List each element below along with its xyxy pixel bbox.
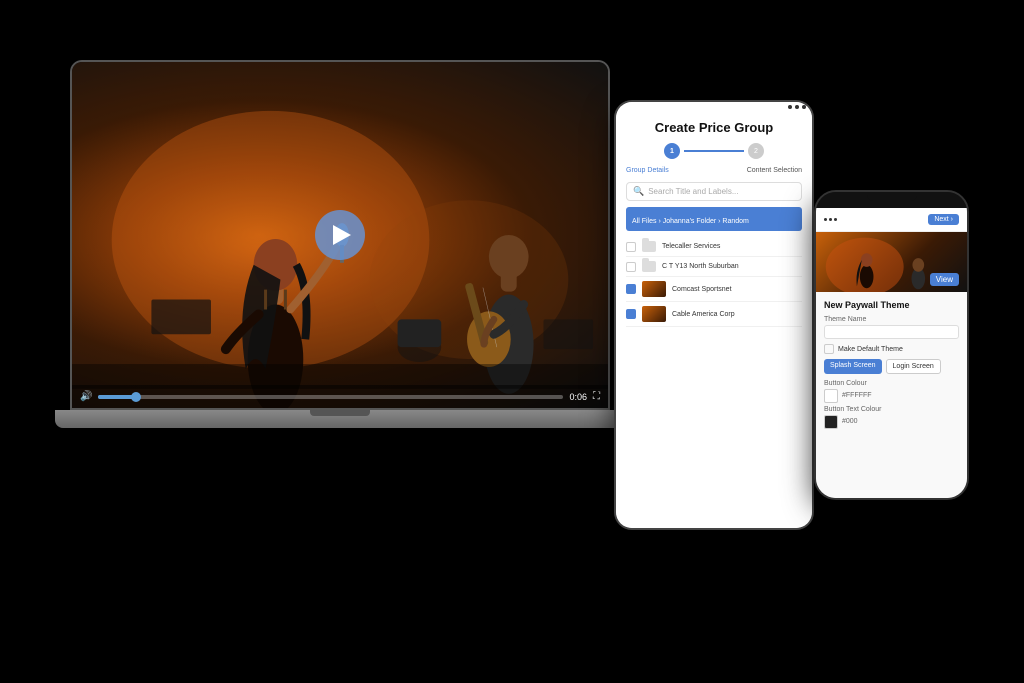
laptop-screen: 🔊 0:06 ⛶ bbox=[70, 60, 610, 410]
tablet-page-title: Create Price Group bbox=[626, 120, 802, 135]
button-color-swatch[interactable] bbox=[824, 389, 838, 403]
default-theme-checkbox[interactable] bbox=[824, 344, 834, 354]
button-text-color-value: #000 bbox=[842, 418, 858, 425]
step-2-label: Content Selection bbox=[747, 167, 802, 174]
login-screen-button[interactable]: Login Screen bbox=[886, 359, 941, 374]
phone-next-button[interactable]: Next › bbox=[928, 214, 959, 225]
status-dot-3 bbox=[802, 105, 806, 109]
step-1-label: Group Details bbox=[626, 167, 669, 174]
step-labels: Group Details Content Selection bbox=[626, 167, 802, 174]
row-text-4: Cable America Corp bbox=[672, 311, 735, 318]
step-2-circle: 2 bbox=[748, 143, 764, 159]
laptop-notch bbox=[310, 410, 370, 416]
play-button[interactable] bbox=[315, 210, 365, 260]
row-checkbox-2[interactable] bbox=[626, 262, 636, 272]
step-indicator: 1 2 bbox=[626, 143, 802, 159]
row-checkbox-4[interactable] bbox=[626, 309, 636, 319]
volume-icon[interactable]: 🔊 bbox=[80, 391, 92, 402]
row-checkbox-3[interactable] bbox=[626, 284, 636, 294]
tablet-content: Create Price Group 1 2 Group Details Con… bbox=[616, 112, 812, 528]
row-checkbox-1[interactable] bbox=[626, 242, 636, 252]
video-player: 🔊 0:06 ⛶ bbox=[72, 62, 608, 408]
phone-section-title: New Paywall Theme bbox=[824, 300, 959, 310]
phone-view-button[interactable]: View bbox=[930, 273, 959, 286]
breadcrumb-text: All Files › Johanna's Folder › Random bbox=[632, 218, 749, 225]
tablet-status-bar bbox=[616, 102, 812, 112]
progress-fill bbox=[98, 395, 135, 399]
phone-screen: Next › View New Paywall Theme bbox=[816, 208, 967, 498]
button-text-color-label: Button Text Colour bbox=[824, 406, 959, 413]
step-1-circle: 1 bbox=[664, 143, 680, 159]
video-thumb-2 bbox=[642, 306, 666, 322]
search-bar[interactable]: 🔍 Search Title and Labels... bbox=[626, 182, 802, 201]
default-theme-row: Make Default Theme bbox=[824, 344, 959, 354]
table-row: Telecaller Services bbox=[626, 237, 802, 257]
theme-name-label: Theme Name bbox=[824, 316, 959, 323]
tablet: Create Price Group 1 2 Group Details Con… bbox=[614, 100, 814, 530]
row-text-3: Comcast Sportsnet bbox=[672, 286, 732, 293]
expand-icon[interactable]: ⛶ bbox=[593, 391, 600, 402]
table-row: Comcast Sportsnet bbox=[626, 277, 802, 302]
folder-icon-2 bbox=[642, 261, 656, 272]
default-theme-label: Make Default Theme bbox=[838, 346, 903, 353]
progress-bar[interactable] bbox=[98, 395, 563, 399]
phone-header: Next › bbox=[816, 208, 967, 232]
phone-form-content: New Paywall Theme Theme Name Make Defaul… bbox=[816, 292, 967, 498]
row-text-2: C T Y13 North Suburban bbox=[662, 263, 739, 270]
button-text-color-swatch[interactable] bbox=[824, 415, 838, 429]
row-text-1: Telecaller Services bbox=[662, 243, 720, 250]
button-color-row: #FFFFFF bbox=[824, 389, 959, 403]
phone-video-thumbnail: View bbox=[816, 232, 967, 292]
search-icon: 🔍 bbox=[633, 186, 644, 197]
phone-notch bbox=[816, 192, 967, 208]
button-color-label: Button Colour bbox=[824, 380, 959, 387]
step-line bbox=[684, 150, 744, 152]
laptop-base bbox=[55, 410, 625, 428]
theme-name-input[interactable] bbox=[824, 325, 959, 339]
button-text-color-row: #000 bbox=[824, 415, 959, 429]
search-placeholder: Search Title and Labels... bbox=[648, 187, 738, 196]
status-dot-2 bbox=[795, 105, 799, 109]
breadcrumb-bar: All Files › Johanna's Folder › Random bbox=[626, 207, 802, 231]
phone-status-dots bbox=[824, 218, 837, 221]
phone-dot-3 bbox=[834, 218, 837, 221]
phone-dot-2 bbox=[829, 218, 832, 221]
screen-buttons: Splash Screen Login Screen bbox=[824, 359, 959, 374]
button-color-value: #FFFFFF bbox=[842, 392, 872, 399]
play-icon bbox=[333, 225, 351, 245]
progress-dot bbox=[131, 392, 141, 402]
laptop: 🔊 0:06 ⛶ bbox=[50, 60, 630, 480]
status-dot-1 bbox=[788, 105, 792, 109]
phone-dot-1 bbox=[824, 218, 827, 221]
scene: 🔊 0:06 ⛶ bbox=[0, 0, 1024, 683]
phone-notch-bar bbox=[867, 195, 917, 201]
table-row: C T Y13 North Suburban bbox=[626, 257, 802, 277]
phone: Next › View New Paywall Theme bbox=[814, 190, 969, 500]
time-display: 0:06 bbox=[569, 392, 587, 402]
folder-icon-1 bbox=[642, 241, 656, 252]
video-thumb-1 bbox=[642, 281, 666, 297]
splash-screen-button[interactable]: Splash Screen bbox=[824, 359, 882, 374]
video-controls: 🔊 0:06 ⛶ bbox=[72, 385, 608, 408]
table-row: Cable America Corp bbox=[626, 302, 802, 327]
tablet-screen: Create Price Group 1 2 Group Details Con… bbox=[616, 102, 812, 528]
